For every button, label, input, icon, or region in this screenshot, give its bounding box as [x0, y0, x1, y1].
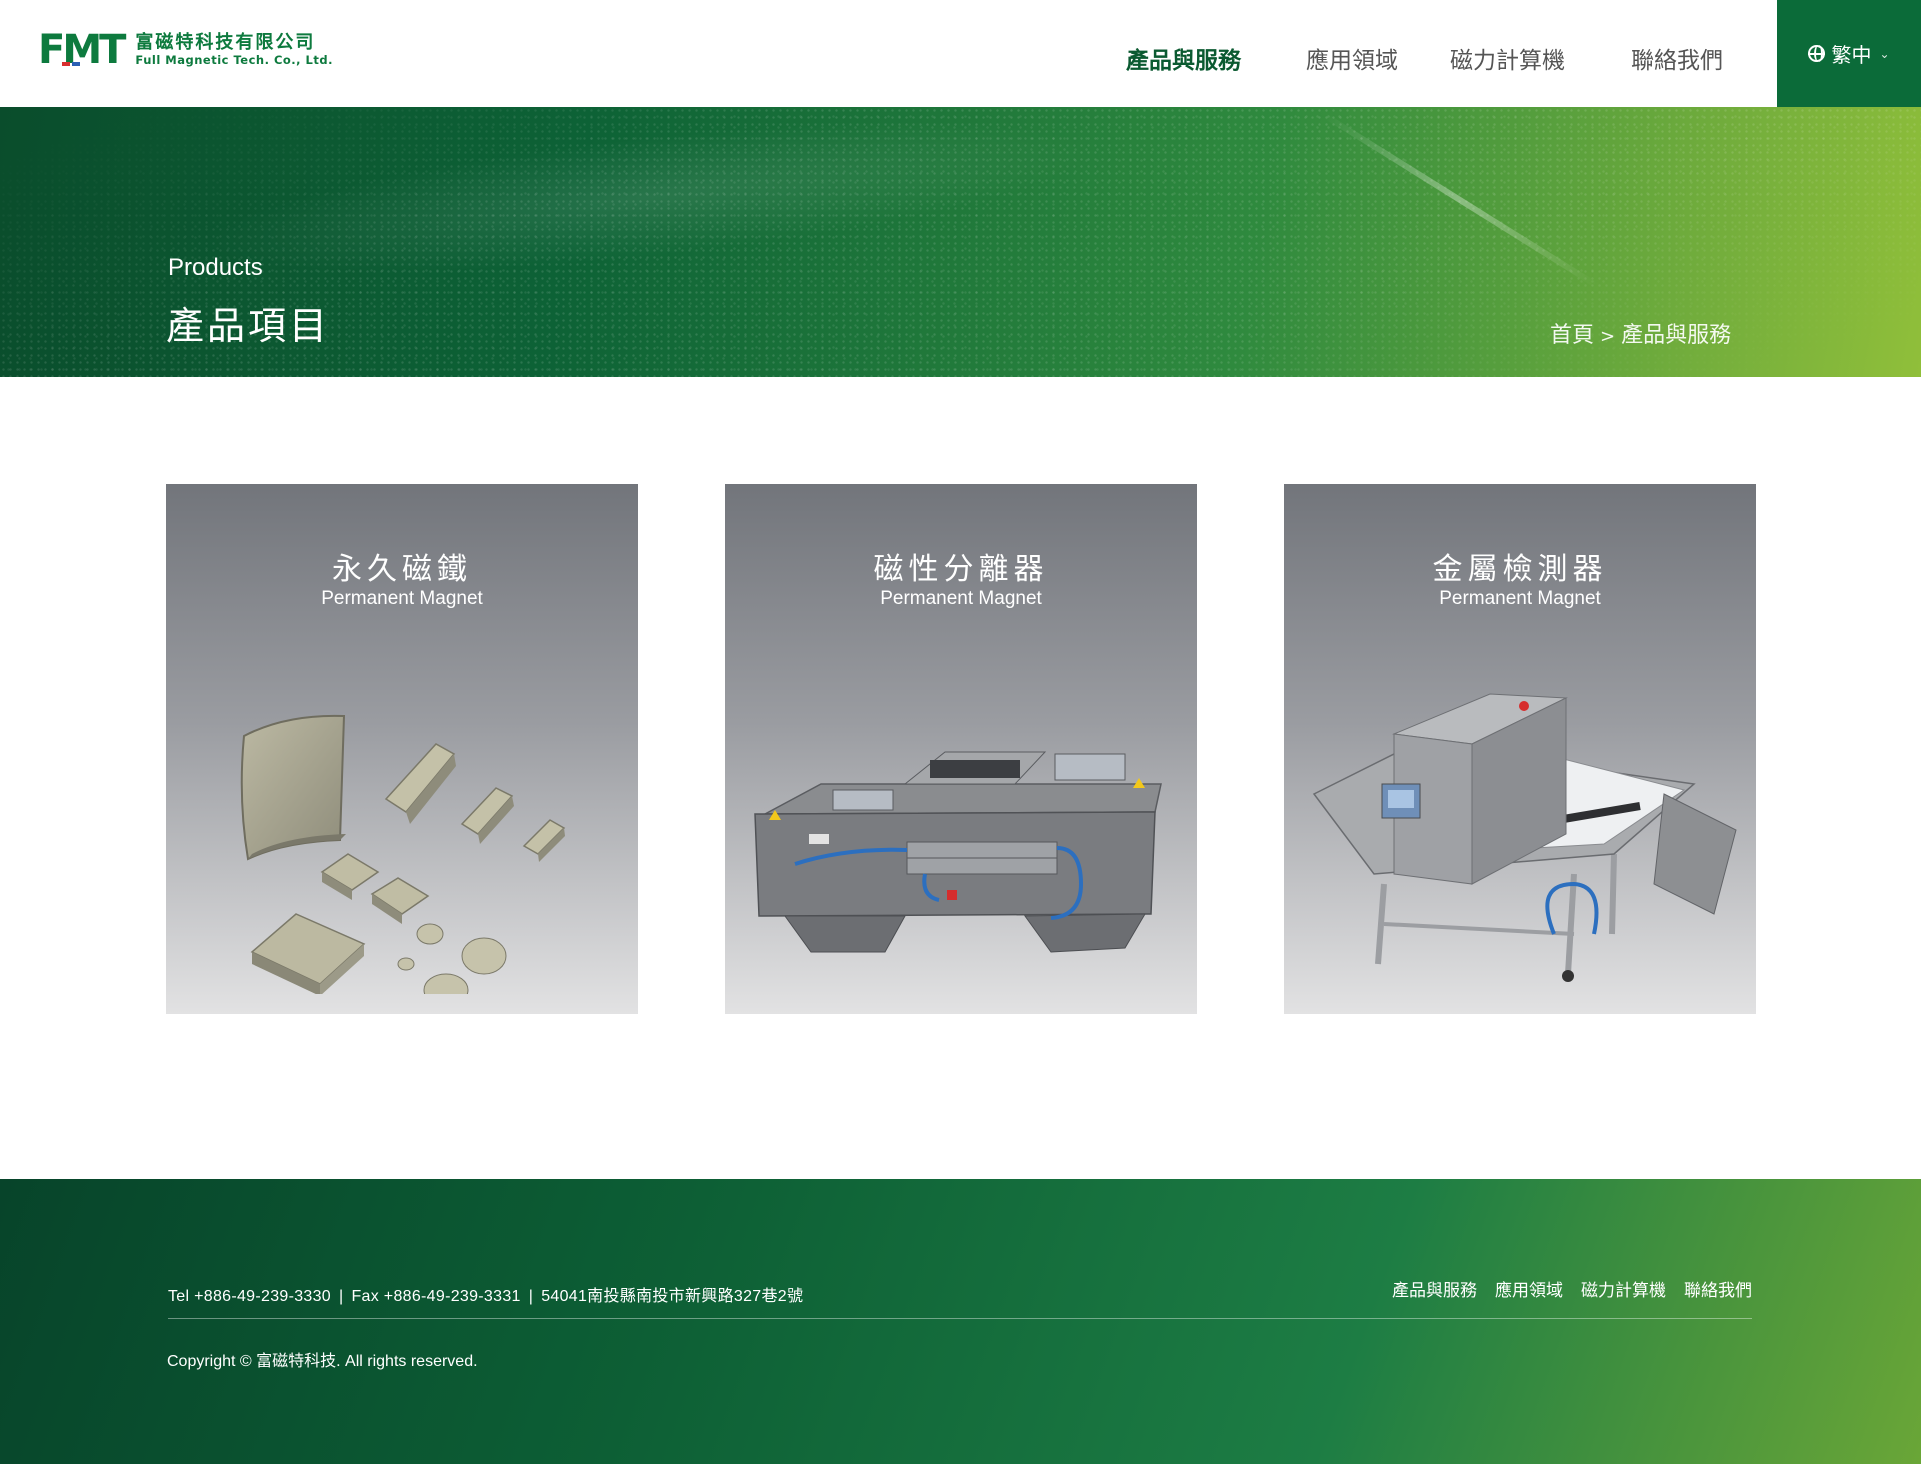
- company-logo[interactable]: FMT 富磁特科技有限公司 Full Magnetic Tech. Co., L…: [38, 30, 333, 70]
- footer-separator: |: [339, 1288, 344, 1305]
- product-card-title: 永久磁鐵: [332, 552, 472, 587]
- footer-link-contact[interactable]: 聯絡我們: [1684, 1276, 1752, 1301]
- logo-mark: FMT: [38, 27, 126, 73]
- language-selector[interactable]: 繁中 ⌄: [1777, 0, 1921, 107]
- product-card-title: 金屬檢測器: [1432, 552, 1608, 587]
- footer-link-applications[interactable]: 應用領域: [1495, 1276, 1563, 1301]
- product-card-subtitle: Permanent Magnet: [1439, 588, 1601, 609]
- footer-copyright: Copyright © 富磁特科技. All rights reserved.: [167, 1353, 478, 1370]
- footer-separator: |: [528, 1288, 534, 1305]
- footer-fax: Fax +886-49-239-3331: [351, 1288, 521, 1305]
- product-card-metal-detector[interactable]: 金屬檢測器 Permanent Magnet: [1284, 484, 1756, 1014]
- product-card-permanent-magnet[interactable]: 永久磁鐵 Permanent Magnet: [166, 484, 638, 1014]
- logo-company-name-en: Full Magnetic Tech. Co., Ltd.: [135, 52, 333, 67]
- page-banner: Products 產品項目 首頁 > 產品與服務: [0, 107, 1921, 377]
- footer-contact-info: Tel +886-49-239-3330 | Fax +886-49-239-333…: [168, 1282, 803, 1306]
- product-card-magnetic-separator[interactable]: 磁性分離器 Permanent Magnet: [725, 484, 1197, 1014]
- logo-company-name-zh: 富磁特科技有限公司: [135, 32, 316, 54]
- metal-detector-image: [1312, 693, 1737, 982]
- product-card-subtitle: Permanent Magnet: [321, 588, 483, 609]
- footer-tel: Tel +886-49-239-3330: [168, 1288, 332, 1305]
- language-label: 繁中: [1831, 43, 1872, 67]
- site-header: FMT 富磁特科技有限公司 Full Magnetic Tech. Co., L…: [0, 0, 1921, 107]
- site-footer: Tel +886-49-239-3330 | Fax +886-49-239-333…: [0, 1179, 1921, 1464]
- nav-item-contact[interactable]: 聯絡我們: [1631, 41, 1723, 75]
- breadcrumb-separator: >: [1600, 326, 1616, 347]
- nav-item-applications[interactable]: 應用領域: [1306, 41, 1398, 75]
- footer-address: 54041南投縣南投市新興路327巷2號: [541, 1288, 804, 1305]
- chevron-down-icon: ⌄: [1879, 46, 1890, 61]
- nav-item-calculator[interactable]: 磁力計算機: [1450, 41, 1565, 75]
- globe-icon: [1808, 45, 1826, 62]
- permanent-magnets-image: [240, 714, 566, 994]
- breadcrumb: 首頁 > 產品與服務: [1550, 317, 1731, 349]
- footer-link-calculator[interactable]: 磁力計算機: [1581, 1276, 1666, 1301]
- footer-divider: [168, 1318, 1752, 1319]
- breadcrumb-home[interactable]: 首頁: [1550, 323, 1594, 348]
- page-title: 產品項目: [166, 304, 331, 348]
- breadcrumb-current: 產品與服務: [1621, 323, 1732, 348]
- footer-nav: 產品與服務 應用領域 磁力計算機 聯絡我們: [1392, 1276, 1752, 1301]
- nav-item-products[interactable]: 產品與服務: [1126, 41, 1241, 75]
- product-card-subtitle: Permanent Magnet: [880, 588, 1042, 609]
- product-card-title: 磁性分離器: [873, 552, 1049, 587]
- magnetic-separator-image: [754, 751, 1162, 953]
- footer-link-products[interactable]: 產品與服務: [1392, 1276, 1477, 1301]
- banner-subtitle: Products: [168, 254, 263, 281]
